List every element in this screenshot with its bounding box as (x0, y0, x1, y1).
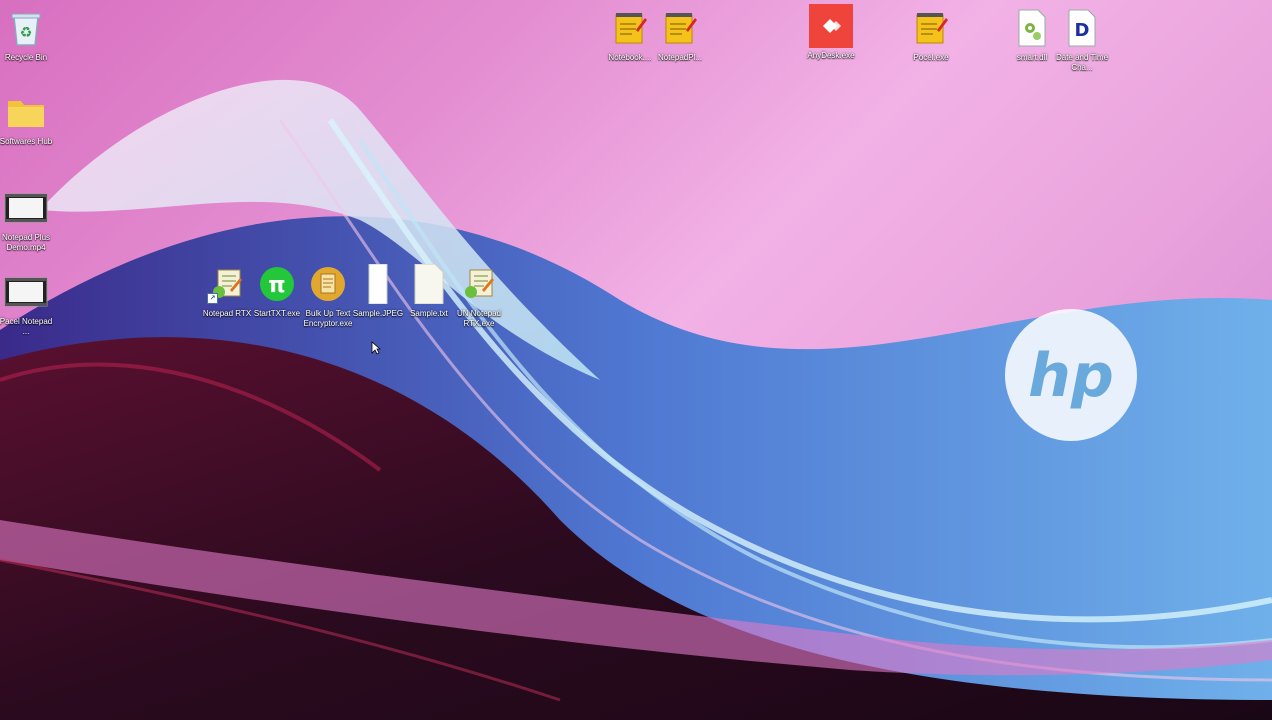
video-file-icon (4, 270, 48, 314)
shortcut-arrow-icon: ↗ (207, 293, 218, 304)
text-file-icon (407, 262, 451, 306)
desktop-icon-pocel[interactable]: Pocel.exe (903, 6, 959, 63)
notepad-app-icon (608, 6, 652, 50)
hp-logo-text: hp (1028, 341, 1114, 411)
desktop-icon-un-notepad-rtx[interactable]: UN Notepad RTX.exe (451, 262, 507, 329)
desktop-icon-anydesk[interactable]: AnyDesk.exe (803, 4, 859, 61)
icon-label: Notepad Plus Demo.mp4 (1, 233, 51, 252)
svg-text:♻: ♻ (20, 24, 33, 40)
desktop-icon-pacel-notepad[interactable]: Pacel Notepad ... (0, 270, 54, 337)
notepad-app-icon (909, 6, 953, 50)
notepad-app-icon (658, 6, 702, 50)
icon-label: AnyDesk.exe (807, 51, 855, 60)
desktop-icon-notepadpl[interactable]: NotepadPl... (652, 6, 708, 63)
pi-icon: π (255, 262, 299, 306)
svg-text:D: D (1075, 20, 1090, 41)
anydesk-icon (809, 4, 853, 48)
encryptor-icon (306, 262, 350, 306)
icon-label: UN Notepad RTX.exe (456, 309, 502, 328)
blank-file-icon (356, 262, 400, 306)
mouse-cursor-icon (371, 341, 381, 355)
svg-text:π: π (268, 273, 285, 298)
icon-label: Pocel.exe (913, 53, 949, 62)
hp-logo: hp (1004, 308, 1138, 442)
desktop-icon-softwares-hub[interactable]: Softwares Hub (0, 90, 54, 147)
icon-label: NotepadPl... (657, 53, 703, 62)
folder-icon (4, 90, 48, 134)
video-file-icon (4, 186, 48, 230)
desktop-icon-recycle-bin[interactable]: ♻ Recycle Bin (0, 6, 54, 63)
notepad-rtx-icon (457, 262, 501, 306)
desktop[interactable]: hp ♻ Recycle Bin Softwares Hub Notepad P… (0, 0, 1272, 720)
desktop-icon-sample-jpeg[interactable]: Sample.JPEG (350, 262, 406, 319)
icon-label: Pacel Notepad ... (0, 317, 53, 336)
recycle-bin-icon: ♻ (4, 6, 48, 50)
icon-label: Date and Time Cha... (1055, 53, 1109, 72)
notepad-rtx-icon: ↗ (205, 262, 249, 306)
icon-label: Recycle Bin (4, 53, 48, 62)
desktop-icon-starttxt[interactable]: π StartTXT.exe (249, 262, 305, 319)
dll-gear-icon (1010, 6, 1054, 50)
desktop-icon-notepad-plus-demo[interactable]: Notepad Plus Demo.mp4 (0, 186, 54, 253)
document-d-icon: D (1060, 6, 1104, 50)
desktop-icon-date-time[interactable]: D Date and Time Cha... (1054, 6, 1110, 73)
icon-label: Softwares Hub (0, 137, 53, 146)
